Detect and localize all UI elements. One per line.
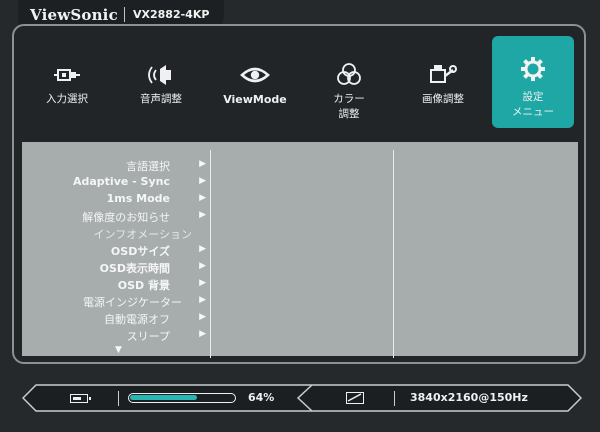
menu-item-osd-background[interactable]: OSD 背景 ▶ (50, 277, 210, 293)
menu-item-label: OSD表示時間 (99, 262, 170, 275)
menu-item-information[interactable]: インフオメーション (50, 226, 210, 242)
tab-label: 画像調整 (422, 93, 464, 105)
menu-item-label: Adaptive - Sync (72, 175, 170, 188)
menu-item-power-indicator[interactable]: 電源インジケーター ▶ (50, 294, 210, 310)
eye-icon (240, 67, 270, 83)
tab-label: 設定 メニュー (512, 91, 554, 118)
chevron-right-icon: ▶ (199, 278, 206, 288)
gear-icon (521, 57, 545, 81)
status-separator (394, 391, 395, 406)
menu-item-label: 解像度のお知らせ (82, 211, 170, 224)
chevron-right-icon: ▶ (199, 329, 206, 339)
menu-item-label: OSD 背景 (117, 279, 170, 292)
menu-item-label: スリープ (126, 330, 170, 343)
tab-bar: 入力選択 音声調整 ViewMode カラー 調整 画像調整 設定 メニュー (26, 36, 574, 132)
chevron-right-icon: ▶ (199, 176, 206, 186)
tab-color[interactable]: カラー 調整 (308, 36, 390, 128)
input-source-icon (54, 69, 80, 81)
tab-setup-menu[interactable]: 設定 メニュー (492, 36, 574, 128)
menu-item-label: 1ms Mode (106, 192, 170, 205)
tab-label: 音声調整 (140, 93, 182, 105)
chevron-right-icon: ▶ (199, 312, 206, 322)
scroll-down-icon[interactable]: ▼ (115, 345, 122, 355)
color-circles-icon (337, 63, 361, 85)
tab-viewmode[interactable]: ViewMode (214, 36, 296, 128)
chevron-right-icon: ▶ (199, 193, 206, 203)
menu-item-language[interactable]: 言語選択 ▶ (50, 158, 210, 174)
resolution-readout: 3840x2160@150Hz (410, 391, 528, 404)
menu-item-sleep[interactable]: スリープ ▶ (50, 328, 210, 344)
menu-item-auto-power-off[interactable]: 自動電源オフ ▶ (50, 311, 210, 327)
menu-item-adaptive-sync[interactable]: Adaptive - Sync ▶ (50, 175, 210, 191)
signal-icon (346, 392, 364, 404)
column-divider-right (393, 150, 394, 358)
status-bar: 64% 3840x2160@150Hz (22, 384, 582, 412)
menu-item-1ms-mode[interactable]: 1ms Mode ▶ (50, 192, 210, 208)
brand-logo: ViewSonic (30, 6, 118, 24)
model-name: VX2882-4KP (133, 8, 210, 21)
menu-item-resolution-notice[interactable]: 解像度のお知らせ ▶ (50, 209, 210, 225)
title-separator (124, 7, 125, 22)
progress-bar-fill (130, 395, 197, 400)
menu-item-label: OSDサイズ (110, 245, 170, 258)
chevron-right-icon: ▶ (199, 244, 206, 254)
menu-item-osd-timeout[interactable]: OSD表示時間 ▶ (50, 260, 210, 276)
chevron-right-icon: ▶ (199, 261, 206, 271)
tab-label: ViewMode (223, 93, 287, 106)
menu-item-label: インフオメーション (93, 228, 192, 241)
chevron-right-icon: ▶ (199, 210, 206, 220)
menu-item-label: 電源インジケーター (83, 296, 182, 309)
menu-item-label: 自動電源オフ (104, 313, 170, 326)
tab-input[interactable]: 入力選択 (26, 36, 108, 128)
menu-item-label: 言語選択 (126, 160, 170, 173)
battery-icon (70, 394, 91, 403)
speaker-icon (148, 65, 171, 85)
status-separator (118, 391, 119, 406)
progress-bar (128, 393, 236, 403)
column-divider-left (210, 150, 211, 358)
progress-percent: 64% (248, 391, 275, 404)
menu-item-osd-size[interactable]: OSDサイズ ▶ (50, 243, 210, 259)
tab-label: 入力選択 (46, 93, 88, 105)
tab-label: カラー 調整 (333, 93, 365, 120)
tab-audio[interactable]: 音声調整 (120, 36, 202, 128)
chevron-right-icon: ▶ (199, 159, 206, 169)
tab-image[interactable]: 画像調整 (402, 36, 484, 128)
image-adjust-icon (430, 65, 457, 83)
chevron-right-icon: ▶ (199, 295, 206, 305)
